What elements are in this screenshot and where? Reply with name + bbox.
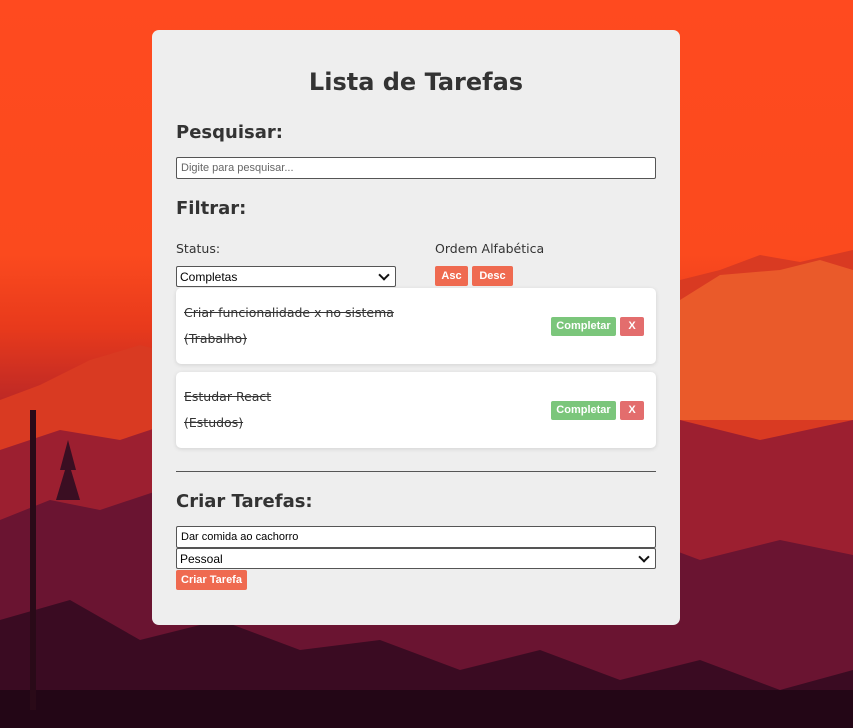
status-select-value: Completas <box>180 269 238 284</box>
new-task-input[interactable] <box>176 526 656 548</box>
category-select[interactable]: Pessoal <box>176 548 656 569</box>
create-heading: Criar Tarefas: <box>176 491 313 512</box>
category-select-value: Pessoal <box>180 551 223 566</box>
complete-task-button[interactable]: Completar <box>551 401 616 420</box>
delete-task-button[interactable]: X <box>620 317 644 336</box>
task-list-card: Lista de Tarefas Pesquisar: Filtrar: Sta… <box>152 30 680 625</box>
task-name: Estudar React <box>184 389 272 404</box>
divider <box>176 471 656 472</box>
page-title: Lista de Tarefas <box>308 68 524 96</box>
task-category: (Estudos) <box>184 415 244 430</box>
search-heading: Pesquisar: <box>176 122 283 143</box>
task-item: Estudar React (Estudos) Completar X <box>176 372 656 448</box>
chevron-down-icon <box>638 550 650 563</box>
task-item: Criar funcionalidade x no sistema (Traba… <box>176 288 656 364</box>
chevron-down-icon <box>378 268 390 281</box>
search-input[interactable] <box>176 157 656 179</box>
task-name: Criar funcionalidade x no sistema <box>184 305 394 320</box>
create-task-button[interactable]: Criar Tarefa <box>176 570 247 590</box>
complete-task-button[interactable]: Completar <box>551 317 616 336</box>
status-select[interactable]: Completas <box>176 266 396 287</box>
task-category: (Trabalho) <box>184 331 247 346</box>
sort-desc-button[interactable]: Desc <box>472 266 513 286</box>
status-label: Status: <box>176 241 221 256</box>
sort-asc-button[interactable]: Asc <box>435 266 468 286</box>
sort-label: Ordem Alfabética <box>435 241 545 256</box>
filter-heading: Filtrar: <box>176 198 247 219</box>
delete-task-button[interactable]: X <box>620 401 644 420</box>
